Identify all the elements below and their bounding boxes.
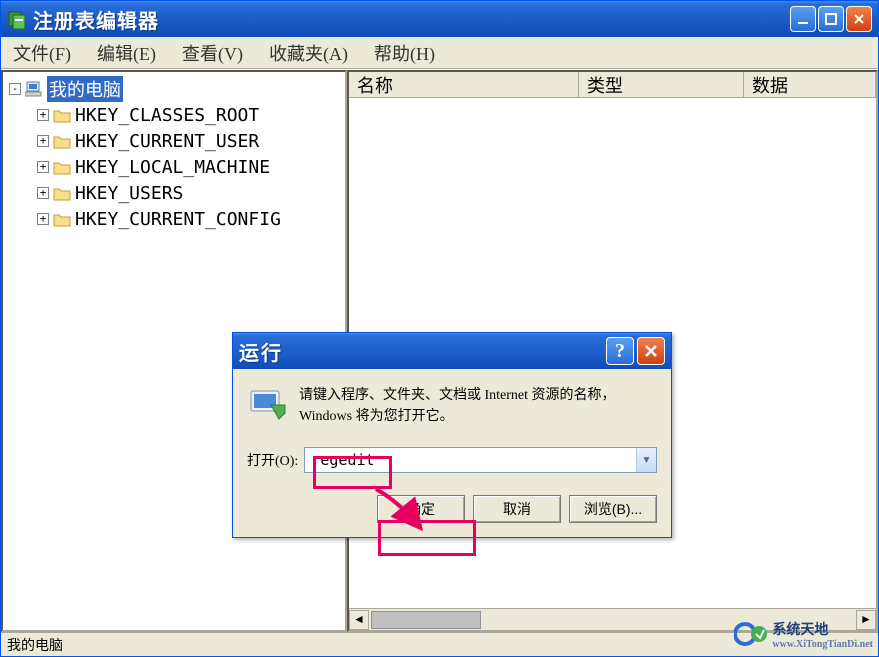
run-description: 请键入程序、文件夹、文档或 Internet 资源的名称，Windows 将为您… [299,385,657,427]
folder-icon [53,108,71,123]
tree-label[interactable]: HKEY_CURRENT_USER [75,131,259,152]
close-button[interactable] [846,6,872,32]
open-value[interactable]: regedit [305,451,380,469]
column-type[interactable]: 类型 [579,72,744,97]
column-headers: 名称 类型 数据 [349,72,876,98]
folder-icon [53,134,71,149]
computer-icon [25,81,43,97]
folder-icon [53,160,71,175]
menu-favorites[interactable]: 收藏夹(A) [265,38,352,68]
run-titlebar[interactable]: 运行 ? [233,333,671,369]
expand-icon[interactable]: + [37,161,49,173]
main-titlebar[interactable]: 注册表编辑器 [1,1,878,37]
tree-root[interactable]: - 我的电脑 [5,76,343,102]
menu-help[interactable]: 帮助(H) [370,38,439,68]
expand-icon[interactable]: + [37,109,49,121]
cancel-button[interactable]: 取消 [473,495,561,523]
run-icon [247,385,287,421]
open-combobox[interactable]: regedit ▼ [304,447,657,473]
tree-root-label[interactable]: 我的电脑 [47,76,123,102]
tree-label[interactable]: HKEY_CLASSES_ROOT [75,105,259,126]
expand-icon[interactable]: + [37,187,49,199]
tree-node-hkcu[interactable]: + HKEY_CURRENT_USER [5,128,343,154]
tree-label[interactable]: HKEY_USERS [75,183,183,204]
collapse-icon[interactable]: - [9,83,21,95]
window-title: 注册表编辑器 [33,5,790,34]
open-label: 打开(O): [247,450,298,470]
column-name[interactable]: 名称 [349,72,579,97]
tree-label[interactable]: HKEY_LOCAL_MACHINE [75,157,270,178]
regedit-icon [7,9,27,29]
folder-icon [53,186,71,201]
expand-icon[interactable]: + [37,213,49,225]
folder-icon [53,212,71,227]
chevron-down-icon[interactable]: ▼ [636,448,656,472]
tree-label[interactable]: HKEY_CURRENT_CONFIG [75,209,281,230]
browse-button[interactable]: 浏览(B)... [569,495,657,523]
tree-node-hklm[interactable]: + HKEY_LOCAL_MACHINE [5,154,343,180]
ok-button[interactable]: 确定 [377,495,465,523]
statusbar-text: 我的电脑 [7,635,63,655]
run-title: 运行 [239,337,606,366]
scroll-thumb[interactable] [371,611,481,629]
registry-editor-window: 注册表编辑器 文件(F) 编辑(E) 查看(V) 收藏夹(A) 帮助(H) - … [0,0,879,657]
maximize-button[interactable] [818,6,844,32]
tree-node-hku[interactable]: + HKEY_USERS [5,180,343,206]
run-close-button[interactable] [637,337,665,365]
menu-edit[interactable]: 编辑(E) [93,38,160,68]
menu-file[interactable]: 文件(F) [9,38,75,68]
run-body: 请键入程序、文件夹、文档或 Internet 资源的名称，Windows 将为您… [233,369,671,537]
minimize-button[interactable] [790,6,816,32]
expand-icon[interactable]: + [37,135,49,147]
watermark-title: 系统天地 [772,623,828,638]
watermark: 系统天地 www.XiTongTianDi.net [734,617,873,651]
tree-node-hkcr[interactable]: + HKEY_CLASSES_ROOT [5,102,343,128]
scroll-left-icon[interactable]: ◄ [349,610,369,630]
menu-view[interactable]: 查看(V) [178,38,247,68]
menubar: 文件(F) 编辑(E) 查看(V) 收藏夹(A) 帮助(H) [1,37,878,69]
watermark-icon [734,617,768,651]
help-button[interactable]: ? [606,337,634,365]
watermark-url: www.XiTongTianDi.net [772,639,873,650]
column-data[interactable]: 数据 [744,72,876,97]
run-dialog[interactable]: 运行 ? 请键入程序、文件夹、文档或 Internet 资源的名称，Window… [232,332,672,538]
run-buttons: 确定 取消 浏览(B)... [247,495,657,523]
window-controls [790,6,872,32]
tree-node-hkcc[interactable]: + HKEY_CURRENT_CONFIG [5,206,343,232]
